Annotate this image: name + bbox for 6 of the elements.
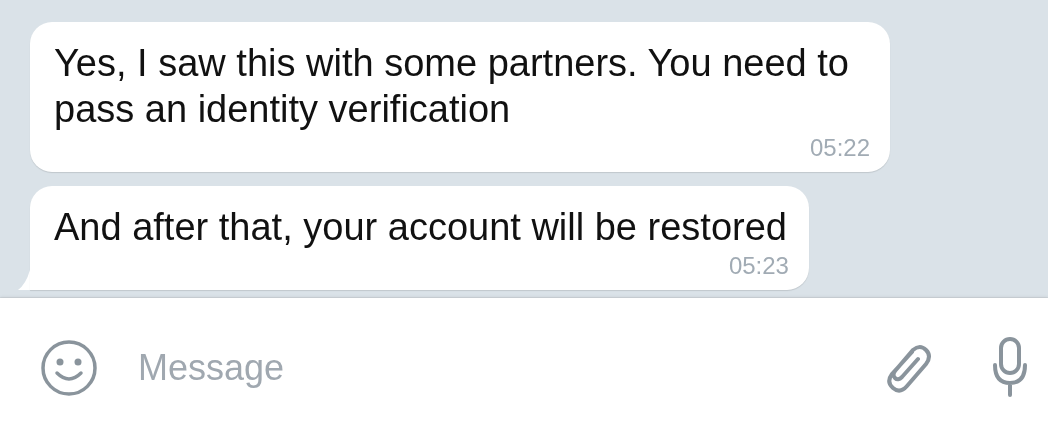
message-time: 05:22 <box>809 134 870 162</box>
message-text: Yes, I saw this with some partners. You need to pass an identity verification <box>54 41 850 132</box>
emoji-icon[interactable] <box>40 339 98 397</box>
message-time: 05:23 <box>728 252 789 280</box>
message-text: And after that, your account will be restored <box>54 205 787 250</box>
microphone-icon[interactable] <box>992 337 1028 399</box>
